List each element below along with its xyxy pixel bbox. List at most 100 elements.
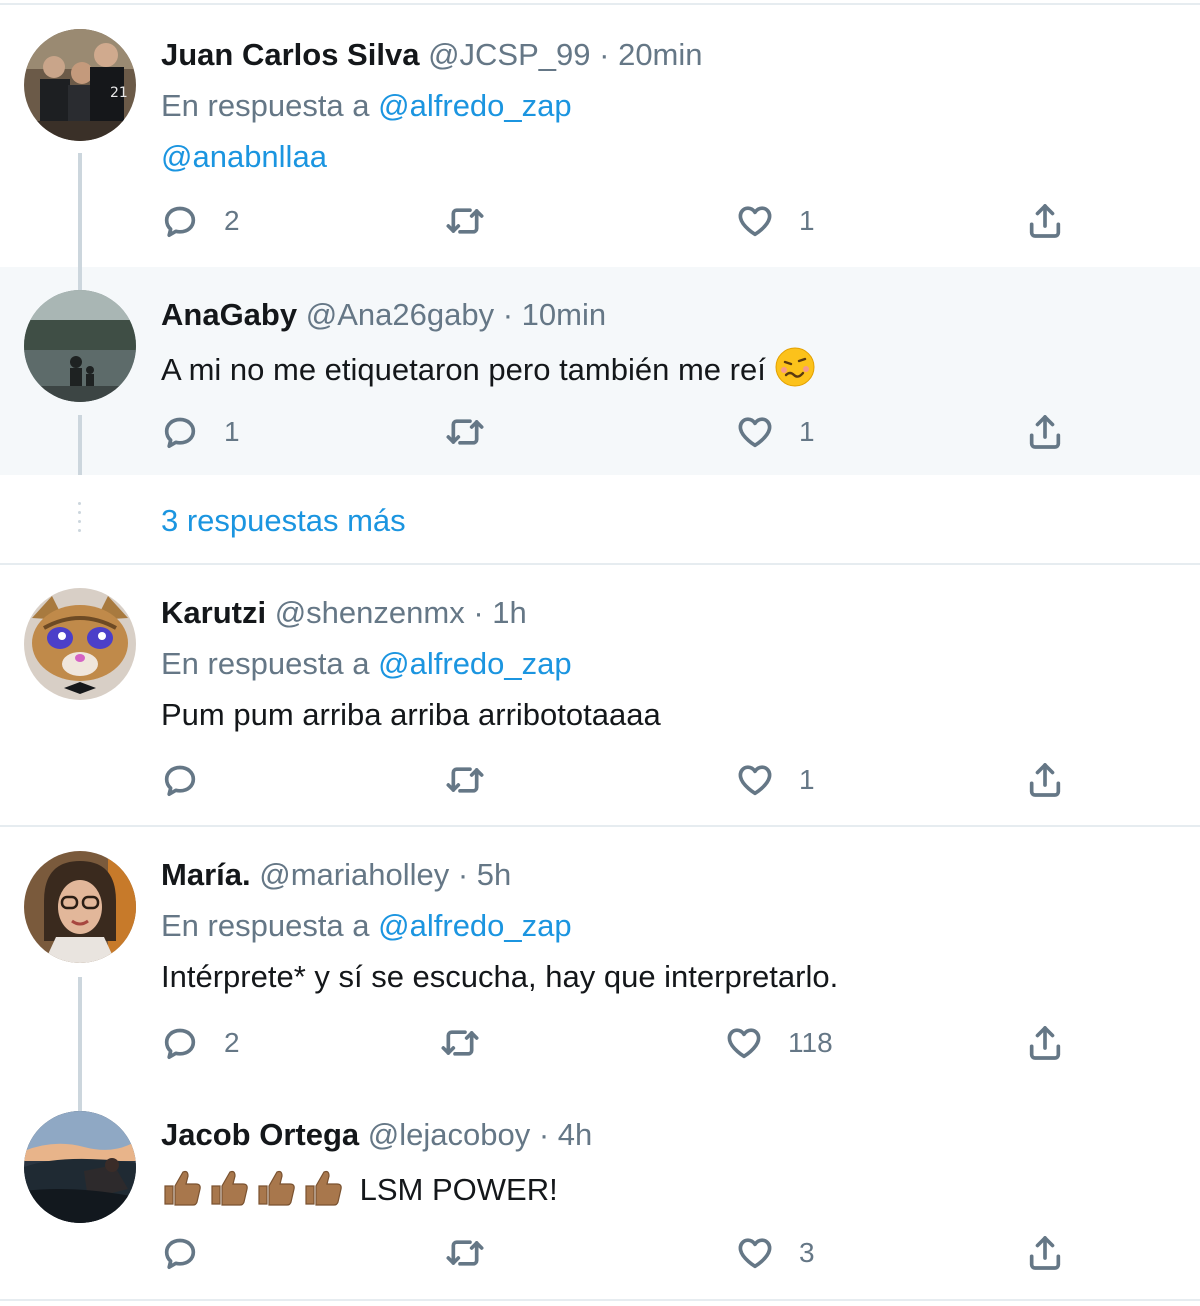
retweet-button[interactable] [445, 196, 485, 246]
like-count: 118 [788, 1027, 833, 1058]
retweet-icon [441, 1030, 479, 1056]
tweet-text[interactable]: @anabnllaa [161, 139, 327, 174]
like-button[interactable]: 1 [735, 407, 815, 457]
timestamp[interactable]: · 10min [503, 297, 606, 332]
reply-prefix: En respuesta a [161, 646, 370, 681]
retweet-icon [446, 767, 484, 793]
tweet-text[interactable]: Pum pum arriba arriba arribototaaaa [161, 697, 661, 732]
tweet-text[interactable]: A mi no me etiquetaron pero también me r… [161, 352, 766, 387]
like-count: 3 [799, 1237, 815, 1268]
reply-button[interactable]: 2 [160, 1018, 240, 1068]
thread-line [78, 267, 82, 290]
thread-line [78, 977, 82, 1089]
tweet[interactable]: Karutzi @shenzenmx · 1h En respuesta a @… [0, 565, 1200, 825]
share-button[interactable] [1025, 755, 1065, 805]
reply-icon [164, 417, 196, 448]
like-count: 1 [799, 205, 815, 236]
heart-icon [738, 206, 772, 237]
share-icon [1029, 1026, 1061, 1060]
retweet-button[interactable] [445, 755, 485, 805]
reply-button[interactable]: 2 [160, 196, 240, 246]
like-button[interactable]: 1 [735, 196, 815, 246]
action-bar: 2 118 [160, 1018, 1080, 1068]
reply-count: 1 [224, 416, 240, 447]
author-name[interactable]: Jacob Ortega [161, 1117, 359, 1152]
like-button[interactable]: 118 [724, 1018, 833, 1068]
author-handle[interactable]: @lejacoboy [368, 1117, 530, 1152]
tweet[interactable]: 21 Juan Carlos Silva @JCSP_99 · 20min En… [0, 5, 1200, 267]
tweet[interactable]: Jacob Ortega @lejacoboy · 4h LSM POWER! [0, 1089, 1200, 1299]
tweet-text[interactable]: LSM POWER! [360, 1172, 558, 1207]
reply-to-link[interactable]: @alfredo_zap [378, 88, 571, 123]
timestamp[interactable]: · 5h [458, 857, 511, 892]
author-handle[interactable]: @JCSP_99 [428, 37, 590, 72]
reply-prefix: En respuesta a [161, 908, 370, 943]
heart-icon [727, 1028, 761, 1059]
timestamp[interactable]: · 1h [473, 595, 526, 630]
retweet-button[interactable] [445, 407, 485, 457]
reply-button[interactable] [160, 1228, 224, 1278]
author-name[interactable]: Karutzi [161, 595, 266, 630]
action-bar: 2 1 [160, 196, 1080, 246]
avatar[interactable] [24, 1111, 136, 1223]
reply-icon [164, 765, 196, 796]
heart-icon [738, 1238, 772, 1269]
like-count: 1 [799, 416, 815, 447]
author-handle[interactable]: @Ana26gaby [306, 297, 494, 332]
share-icon [1029, 1236, 1061, 1270]
thread-line [78, 1089, 82, 1111]
thread-dots [78, 502, 82, 538]
thread-line [78, 415, 82, 475]
reply-to-link[interactable]: @alfredo_zap [378, 646, 571, 681]
thumbs-up-emoji [161, 1166, 351, 1218]
share-icon [1029, 204, 1061, 238]
tweet-text[interactable]: Intérprete* y sí se escucha, hay que int… [161, 959, 838, 994]
author-name[interactable]: Juan Carlos Silva [161, 37, 419, 72]
avatar[interactable] [24, 851, 136, 963]
reply-icon [164, 206, 196, 238]
timestamp[interactable]: · 20min [599, 37, 702, 72]
like-button[interactable]: 1 [735, 755, 815, 805]
like-button[interactable]: 3 [735, 1228, 815, 1278]
share-button[interactable] [1025, 1228, 1065, 1278]
tweet[interactable]: AnaGaby @Ana26gaby · 10min A mi no me et… [0, 267, 1200, 475]
retweet-button[interactable] [445, 1228, 485, 1278]
share-button[interactable] [1025, 407, 1065, 457]
reply-icon [164, 1028, 196, 1059]
share-button[interactable] [1025, 196, 1065, 246]
reply-count: 2 [224, 205, 240, 236]
retweet-icon [446, 208, 484, 234]
author-handle[interactable]: @mariaholley [259, 857, 449, 892]
reply-prefix: En respuesta a [161, 88, 370, 123]
thread-line [78, 153, 82, 267]
retweet-icon [446, 1240, 484, 1266]
divider [0, 1299, 1200, 1301]
reply-button[interactable] [160, 755, 224, 805]
reply-button[interactable]: 1 [160, 407, 240, 457]
avatar[interactable]: 21 [24, 29, 136, 141]
author-name[interactable]: AnaGaby [161, 297, 297, 332]
heart-icon [738, 765, 772, 796]
author-name[interactable]: María. [161, 857, 251, 892]
action-bar: 1 1 [160, 407, 1080, 457]
retweet-icon [446, 419, 484, 445]
reply-count: 2 [224, 1027, 240, 1058]
more-replies-link[interactable]: 3 respuestas más [161, 503, 406, 539]
share-icon [1029, 763, 1061, 797]
avatar[interactable] [24, 290, 136, 402]
woozy-face-emoji [774, 346, 816, 398]
timestamp[interactable]: · 4h [539, 1117, 592, 1152]
reply-to-link[interactable]: @alfredo_zap [378, 908, 571, 943]
share-button[interactable] [1025, 1018, 1065, 1068]
avatar[interactable] [24, 588, 136, 700]
heart-icon [738, 417, 772, 448]
svg-text:21: 21 [110, 85, 128, 101]
action-bar: 1 [160, 755, 1080, 805]
share-icon [1029, 415, 1061, 449]
reply-icon [164, 1238, 196, 1269]
tweet[interactable]: María. @mariaholley · 5h En respuesta a … [0, 827, 1200, 1089]
action-bar: 3 [160, 1228, 1080, 1278]
like-count: 1 [799, 764, 815, 795]
author-handle[interactable]: @shenzenmx [275, 595, 465, 630]
retweet-button[interactable] [440, 1018, 480, 1068]
